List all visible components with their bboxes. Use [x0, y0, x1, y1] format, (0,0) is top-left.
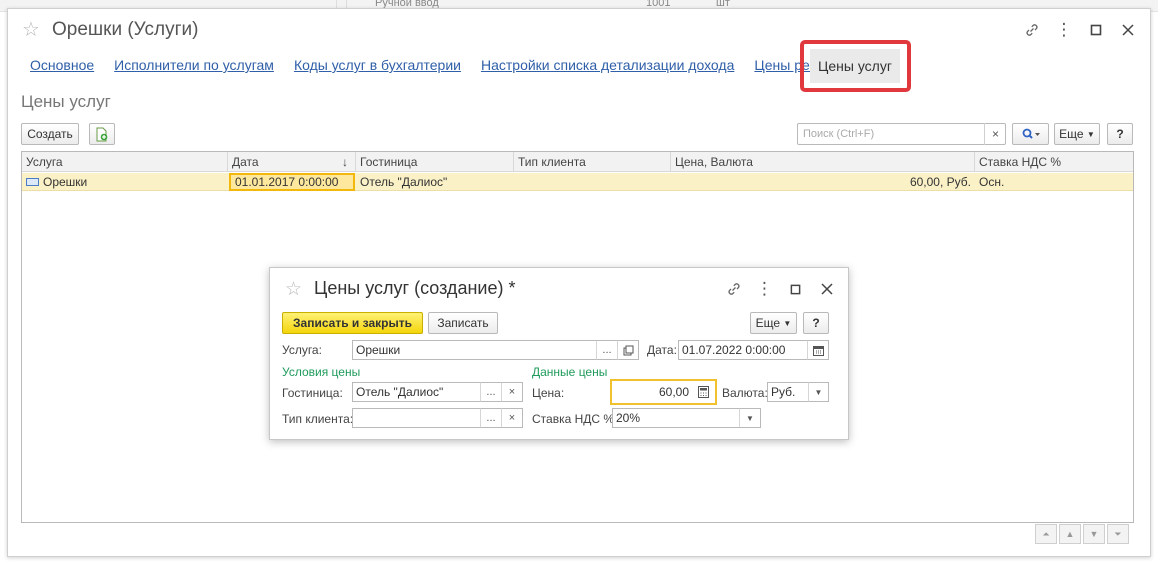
- column-header-hotel[interactable]: Гостиница: [356, 152, 514, 172]
- create-button[interactable]: Создать: [21, 123, 79, 145]
- hotel-label: Гостиница:: [282, 386, 343, 400]
- more-label: Еще: [1059, 127, 1084, 141]
- price-create-dialog: ☆ Цены услуг (создание) * ⋮ Записать и з…: [269, 267, 849, 440]
- tab-income-detail-settings[interactable]: Настройки списка детализации дохода: [481, 57, 734, 73]
- service-item-icon: [26, 178, 39, 186]
- vat-dropdown-icon[interactable]: ▼: [739, 408, 761, 428]
- tab-performers[interactable]: Исполнители по услугам: [114, 57, 274, 73]
- vat-label: Ставка НДС %:: [532, 412, 618, 426]
- tab-main[interactable]: Основное: [30, 57, 94, 73]
- dialog-more-button[interactable]: Еще ▼: [750, 312, 797, 334]
- sort-down-icon: ↓: [342, 155, 348, 169]
- more-menu-icon[interactable]: ⋮: [749, 278, 780, 300]
- column-header-date[interactable]: Дата ↓: [228, 152, 356, 172]
- more-button[interactable]: Еще ▼: [1054, 123, 1100, 145]
- cell-date[interactable]: 01.01.2017 0:00:00: [229, 173, 355, 191]
- link-icon[interactable]: [718, 278, 749, 300]
- dialog-help-button[interactable]: ?: [803, 312, 829, 334]
- clear-search-icon[interactable]: ×: [984, 123, 1006, 145]
- tabs-bar: Основное Исполнители по услугам Коды усл…: [30, 57, 874, 73]
- conditions-group-label: Условия цены: [282, 365, 361, 379]
- create-copy-button[interactable]: [89, 123, 115, 145]
- favorite-star-icon[interactable]: ☆: [22, 17, 40, 42]
- cell-hotel: Отель "Далиос": [360, 175, 448, 189]
- column-header-service[interactable]: Услуга: [22, 152, 228, 172]
- tab-accounting-codes[interactable]: Коды услуг в бухгалтерии: [294, 57, 461, 73]
- price-label: Цена:: [532, 386, 565, 400]
- dialog-more-label: Еще: [755, 316, 781, 330]
- vat-field[interactable]: 20%: [612, 408, 740, 428]
- date-label: Дата:: [647, 343, 677, 357]
- more-menu-icon[interactable]: ⋮: [1048, 19, 1080, 41]
- table-header: Услуга Дата ↓ Гостиница Тип клиента Цена…: [22, 152, 1133, 172]
- scroll-first-icon[interactable]: ⏶: [1035, 524, 1057, 544]
- maximize-icon[interactable]: [1080, 19, 1112, 41]
- client-type-field[interactable]: [352, 408, 481, 428]
- date-field[interactable]: 01.07.2022 0:00:00: [678, 340, 808, 360]
- window-controls: ⋮: [1016, 19, 1144, 41]
- dialog-controls: ⋮: [718, 278, 842, 300]
- scroll-up-icon[interactable]: ▲: [1059, 524, 1081, 544]
- help-button[interactable]: ?: [1107, 123, 1133, 145]
- cell-price: 60,00, Руб.: [909, 175, 971, 189]
- currency-dropdown-icon[interactable]: ▼: [808, 382, 829, 402]
- dropdown-arrow-icon: ▼: [783, 318, 792, 328]
- highlight-frame: [800, 40, 911, 92]
- cell-service-text: Орешки: [43, 175, 88, 189]
- service-label: Услуга:: [282, 343, 322, 357]
- calendar-icon[interactable]: [807, 340, 829, 360]
- calculator-icon[interactable]: [695, 384, 711, 400]
- table-row[interactable]: Орешки 01.01.2017 0:00:00 Отель "Далиос"…: [22, 173, 1133, 191]
- column-header-vat[interactable]: Ставка НДС %: [975, 152, 1133, 172]
- scroll-down-icon[interactable]: ▼: [1083, 524, 1105, 544]
- add-document-icon: [96, 127, 108, 141]
- hotel-select-button[interactable]: ...: [480, 382, 502, 402]
- price-data-group-label: Данные цены: [532, 365, 608, 379]
- table-navigation: ⏶ ▲ ▼ ⏷: [1035, 524, 1129, 544]
- column-header-price[interactable]: Цена, Валюта: [671, 152, 975, 172]
- close-icon[interactable]: [1112, 19, 1144, 41]
- hotel-clear-icon[interactable]: ×: [501, 382, 523, 402]
- scroll-last-icon[interactable]: ⏷: [1107, 524, 1129, 544]
- currency-label: Валюта:: [722, 386, 768, 400]
- link-icon[interactable]: [1016, 19, 1048, 41]
- close-icon[interactable]: [811, 278, 842, 300]
- save-button[interactable]: Записать: [428, 312, 498, 334]
- cell-client-type: [514, 173, 671, 191]
- dropdown-arrow-icon: ▼: [1086, 129, 1095, 139]
- client-type-clear-icon[interactable]: ×: [501, 408, 523, 428]
- save-and-close-button[interactable]: Записать и закрыть: [282, 312, 423, 334]
- service-select-button[interactable]: ...: [596, 340, 618, 360]
- client-type-select-button[interactable]: ...: [480, 408, 502, 428]
- search-input[interactable]: Поиск (Ctrl+F): [797, 123, 1006, 145]
- search-button[interactable]: [1012, 123, 1049, 145]
- column-header-client-type[interactable]: Тип клиента: [514, 152, 671, 172]
- cell-vat: Осн.: [979, 175, 1005, 189]
- dialog-title: Цены услуг (создание) *: [314, 278, 516, 298]
- window-title: Орешки (Услуги): [52, 19, 199, 40]
- currency-field[interactable]: Руб.: [767, 382, 809, 402]
- cell-service: Орешки: [22, 173, 228, 191]
- page-title: Цены услуг: [21, 92, 111, 111]
- column-header-date-label: Дата: [232, 155, 259, 169]
- search-icon: [1022, 128, 1040, 139]
- favorite-star-icon[interactable]: ☆: [285, 278, 302, 301]
- client-type-label: Тип клиента:: [282, 412, 354, 426]
- open-service-icon[interactable]: [617, 340, 639, 360]
- service-field[interactable]: Орешки: [352, 340, 597, 360]
- hotel-field[interactable]: Отель "Далиос": [352, 382, 481, 402]
- maximize-icon[interactable]: [780, 278, 811, 300]
